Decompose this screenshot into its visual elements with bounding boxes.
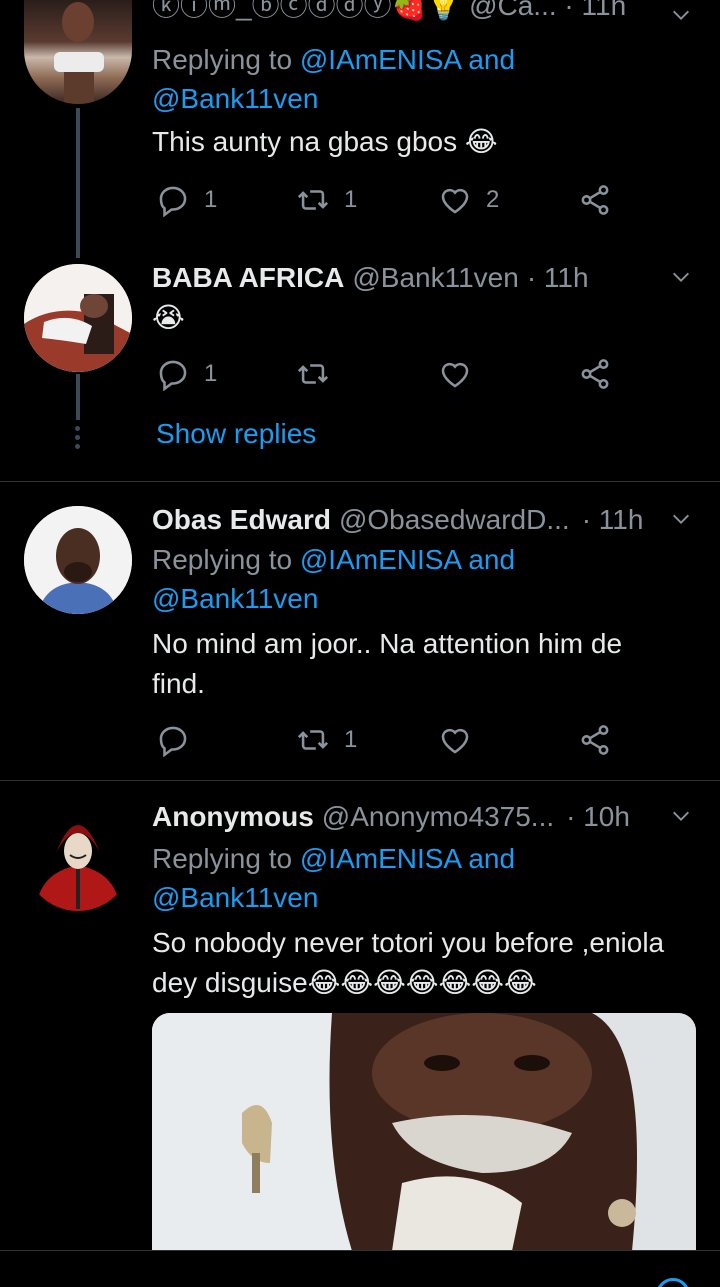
avatar[interactable]: [24, 0, 132, 104]
show-replies-link[interactable]: Show replies: [156, 418, 316, 450]
heart-icon: [441, 362, 469, 388]
thread-line: [76, 108, 80, 258]
share-button[interactable]: [578, 354, 612, 394]
reply-button[interactable]: 1: [156, 354, 217, 394]
avatar[interactable]: [24, 803, 132, 911]
share-button[interactable]: [578, 720, 612, 760]
mention-link[interactable]: @IAmENISA: [300, 44, 461, 75]
mention-link[interactable]: @Bank11ven: [152, 83, 318, 114]
timestamp: · 11h: [526, 262, 589, 293]
heart-icon: [441, 728, 469, 754]
retweet-button[interactable]: 1: [296, 180, 357, 220]
tweet-1[interactable]: ⓚⓘⓜ_ⓑⓒⓓⓓⓨ🍓💡 @Ca... · 11h Replying to @IA…: [0, 0, 720, 258]
reply-icon: [159, 360, 187, 391]
divider: [0, 1250, 720, 1251]
share-icon: [581, 185, 609, 215]
tweet-actions: 1: [152, 354, 632, 394]
like-button[interactable]: [438, 720, 472, 760]
tweet-media-image[interactable]: [152, 1013, 696, 1251]
tweet-text: This aunty na gbas gbos 😂: [152, 126, 498, 157]
reply-button[interactable]: 1: [156, 180, 217, 220]
retweet-icon: [297, 364, 329, 384]
tweet-header: BABA AFRICA @Bank11ven · 11h: [152, 262, 690, 294]
replying-to: Replying to @IAmENISA and @Bank11ven: [152, 843, 516, 913]
reply-button[interactable]: [156, 720, 190, 760]
share-icon: [581, 359, 609, 389]
like-button[interactable]: 2: [438, 180, 499, 220]
retweet-count: 1: [344, 726, 358, 753]
mention-link[interactable]: @Bank11ven: [152, 882, 318, 913]
chevron-down-icon[interactable]: [670, 266, 692, 288]
mention-link[interactable]: @Bank11ven: [152, 583, 318, 614]
retweet-count: 1: [344, 186, 358, 213]
display-name[interactable]: Anonymous: [152, 801, 314, 833]
retweet-icon: [297, 730, 329, 750]
replying-to: Replying to @IAmENISA and @Bank11ven: [152, 44, 516, 114]
display-name[interactable]: BABA AFRICA: [152, 262, 344, 294]
tweet-2[interactable]: BABA AFRICA @Bank11ven · 11h 😭 1 Show re…: [0, 250, 720, 480]
like-count: 2: [486, 186, 500, 213]
tweet-header: Anonymous @Anonymo4375... · 10h: [152, 801, 690, 833]
handle[interactable]: @Anonymo4375...: [322, 801, 554, 833]
display-name[interactable]: Obas Edward: [152, 504, 331, 536]
mention-link[interactable]: @IAmENISA: [300, 544, 461, 575]
mention-link[interactable]: @IAmENISA: [300, 843, 461, 874]
chevron-down-icon[interactable]: [670, 4, 692, 26]
handle[interactable]: @Bank11ven: [352, 262, 518, 294]
tweet-3[interactable]: Obas Edward @ObasedwardD... · 11h Replyi…: [0, 482, 720, 780]
retweet-button[interactable]: [296, 354, 330, 394]
thread-dots: [75, 426, 81, 450]
header-partial-text: ⓚⓘⓜ_ⓑⓒⓓⓓⓨ🍓💡 @Ca... · 11h: [152, 0, 627, 21]
share-icon: [581, 725, 609, 755]
tweet-header-partial: ⓚⓘⓜ_ⓑⓒⓓⓓⓨ🍓💡 @Ca... · 11h: [152, 0, 690, 24]
handle[interactable]: @ObasedwardD...: [339, 504, 570, 536]
tweet-text: 😭: [152, 302, 185, 333]
tweet-header: Obas Edward @ObasedwardD... · 11h: [152, 504, 690, 536]
avatar[interactable]: [24, 264, 132, 372]
tweet-actions: 1: [152, 720, 632, 760]
reply-icon: [159, 726, 187, 757]
avatar[interactable]: [24, 506, 132, 614]
timestamp: · 10h: [566, 801, 630, 832]
heart-icon: [441, 188, 469, 214]
timestamp: · 11h: [581, 504, 644, 535]
reply-count: 1: [204, 360, 218, 387]
chevron-down-icon[interactable]: [670, 508, 692, 530]
share-button[interactable]: [578, 180, 612, 220]
tweet-4[interactable]: Anonymous @Anonymo4375... · 10h Replying…: [0, 781, 720, 1287]
chevron-down-icon[interactable]: [670, 805, 692, 827]
tweet-text: So nobody never totori you before ,eniol…: [152, 927, 665, 998]
thread-line: [76, 374, 80, 420]
tweet-actions: 1 1 2: [152, 180, 632, 220]
replying-to: Replying to @IAmENISA and @Bank11ven: [152, 544, 516, 614]
reply-icon: [159, 186, 187, 217]
tweet-text: No mind am joor.. Na attention him de fi…: [152, 628, 623, 699]
retweet-button[interactable]: 1: [296, 720, 357, 760]
reply-count: 1: [204, 186, 218, 213]
retweet-icon: [297, 190, 329, 210]
like-button[interactable]: [438, 354, 472, 394]
